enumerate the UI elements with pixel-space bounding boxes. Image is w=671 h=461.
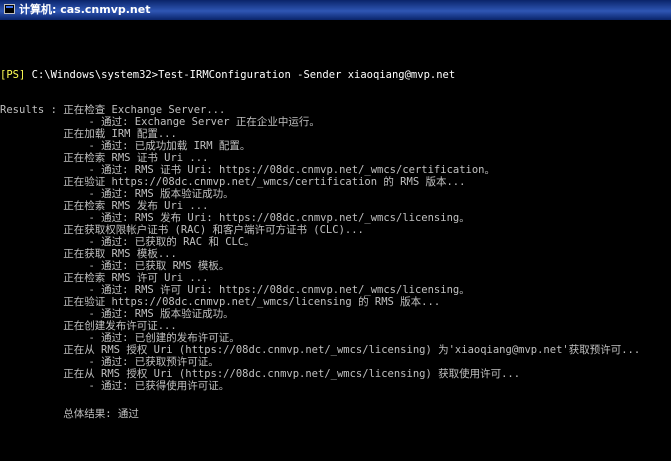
console-output[interactable]: [PS] C:\Windows\system32>Test-IRMConfigu… xyxy=(0,20,671,461)
prompt-line: [PS] C:\Windows\system32>Test-IRMConfigu… xyxy=(0,69,455,81)
output-line: 正在验证 https://08dc.cnmvp.net/_wmcs/licens… xyxy=(0,296,441,308)
output-line: 正在加载 IRM 配置... xyxy=(0,128,177,140)
output-line: - 通过: RMS 许可 Uri: https://08dc.cnmvp.net… xyxy=(0,284,470,296)
output-line: - 通过: 已获取的 RAC 和 CLC。 xyxy=(0,236,255,248)
output-line: - 通过: 已获取 RMS 模板。 xyxy=(0,260,230,272)
console-icon[interactable] xyxy=(4,4,15,14)
output-line: 正在从 RMS 授权 Uri (https://08dc.cnmvp.net/_… xyxy=(0,368,521,380)
output-line: - 通过: RMS 证书 Uri: https://08dc.cnmvp.net… xyxy=(0,164,496,176)
output-line: - 通过: RMS 发布 Uri: https://08dc.cnmvp.net… xyxy=(0,212,470,224)
title-bar[interactable]: 计算机: cas.cnmvp.net xyxy=(0,0,671,20)
output-line: 正在验证 https://08dc.cnmvp.net/_wmcs/certif… xyxy=(0,176,466,188)
output-line: 正在获取 RMS 模板... xyxy=(0,248,177,260)
output-line: Results : 正在检查 Exchange Server... xyxy=(0,104,226,116)
output-line: - 通过: Exchange Server 正在企业中运行。 xyxy=(0,116,320,128)
output-line: 正在获取权限帐户证书 (RAC) 和客户端许可方证书 (CLC)... xyxy=(0,224,364,236)
output-line: - 通过: 已成功加载 IRM 配置。 xyxy=(0,140,251,152)
output-line: - 通过: RMS 版本验证成功。 xyxy=(0,308,234,320)
output-line: - 通过: 已获取预许可证。 xyxy=(0,356,219,368)
prompt-tag: [PS] xyxy=(0,69,26,81)
output-line: - 通过: 已创建的发布许可证。 xyxy=(0,332,240,344)
window-title: 计算机: cas.cnmvp.net xyxy=(19,3,151,16)
command-text: Test-IRMConfiguration -Sender xiaoqiang@… xyxy=(158,69,456,81)
output-line: - 通过: RMS 版本验证成功。 xyxy=(0,188,234,200)
output-line: 正在检索 RMS 发布 Uri ... xyxy=(0,200,209,212)
console-window: 计算机: cas.cnmvp.net [PS] C:\Windows\syste… xyxy=(0,0,671,461)
output-line: 正在从 RMS 授权 Uri (https://08dc.cnmvp.net/_… xyxy=(0,344,641,356)
output-line: 正在检索 RMS 许可 Uri ... xyxy=(0,272,209,284)
output-line: - 通过: 已获得使用许可证。 xyxy=(0,380,230,392)
output-line: 正在创建发布许可证... xyxy=(0,320,177,332)
overall-result-line: 总体结果: 通过 xyxy=(0,408,139,420)
prompt-path: C:\Windows\system32> xyxy=(25,69,159,81)
output-line: 正在检索 RMS 证书 Uri ... xyxy=(0,152,209,164)
